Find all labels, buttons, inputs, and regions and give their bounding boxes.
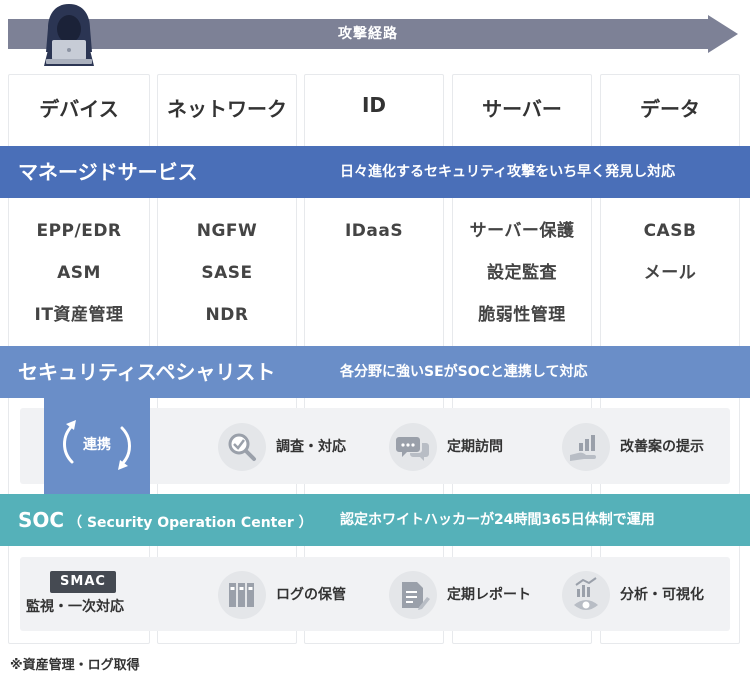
soc-title-sub: （ Security Operation Center ）	[68, 515, 313, 531]
soc-title: SOC （ Security Operation Center ）	[18, 494, 313, 546]
column-item: CASB	[643, 221, 697, 241]
footnote: ※資産管理・ログ取得	[10, 658, 140, 673]
column-item: 脆弱性管理	[478, 305, 566, 325]
binders-icon	[218, 571, 266, 619]
smac-desc: 監視・一次対応	[26, 599, 124, 615]
attack-path-label: 攻撃経路	[338, 26, 398, 42]
collaboration-label: 連携	[83, 437, 111, 453]
soc-band: SOC （ Security Operation Center ） 認定ホワイトハ…	[0, 494, 750, 546]
column-item: IT資産管理	[34, 305, 124, 325]
column-item: EPP/EDR	[36, 221, 122, 241]
column-item: SASE	[201, 263, 253, 283]
feature-label: 改善案の提示	[620, 439, 704, 455]
column-header: データ	[640, 97, 700, 121]
feature-label: 定期レポート	[447, 587, 531, 603]
column-item: サーバー保護	[469, 221, 575, 241]
feature-label: ログの保管	[276, 587, 346, 603]
column-item: NDR	[205, 305, 249, 325]
soc-desc: 認定ホワイトハッカーが24時間365日体制で運用	[340, 512, 655, 528]
column-header: ID	[361, 93, 387, 117]
column-item: 設定監査	[487, 263, 557, 283]
column-item: NGFW	[196, 221, 258, 241]
column-header: ネットワーク	[167, 97, 287, 121]
feature-label: 分析・可視化	[620, 587, 704, 603]
feature-label: 定期訪問	[447, 439, 503, 455]
speech-bubbles-icon	[389, 423, 437, 471]
security-specialist-desc: 各分野に強いSEがSOCと連携して対応	[340, 364, 588, 380]
attack-path-arrow: 攻撃経路	[8, 15, 738, 53]
security-specialist-band: セキュリティスペシャリスト 各分野に強いSEがSOCと連携して対応	[0, 346, 750, 398]
hand-chart-icon	[562, 423, 610, 471]
column-item: メール	[643, 263, 697, 283]
chart-eye-icon	[562, 571, 610, 619]
managed-service-desc: 日々進化するセキュリティ攻撃をいち早く発見し対応	[340, 164, 676, 180]
magnifier-check-icon	[218, 423, 266, 471]
feature-label: 調査・対応	[276, 439, 346, 455]
column-header: サーバー	[482, 97, 562, 121]
hacker-icon	[38, 2, 100, 66]
report-pen-icon	[389, 571, 437, 619]
collaboration-connector: 連携	[44, 398, 150, 494]
column-item: ASM	[57, 263, 101, 283]
managed-service-band: マネージドサービス 日々進化するセキュリティ攻撃をいち早く発見し対応	[0, 146, 750, 198]
managed-service-title: マネージドサービス	[18, 160, 198, 184]
security-specialist-title: セキュリティスペシャリスト	[18, 360, 276, 384]
smac-badge: SMAC	[50, 571, 116, 593]
column-item: IDaaS	[344, 221, 404, 241]
column-header: デバイス	[39, 97, 119, 121]
soc-title-main: SOC	[18, 508, 65, 532]
